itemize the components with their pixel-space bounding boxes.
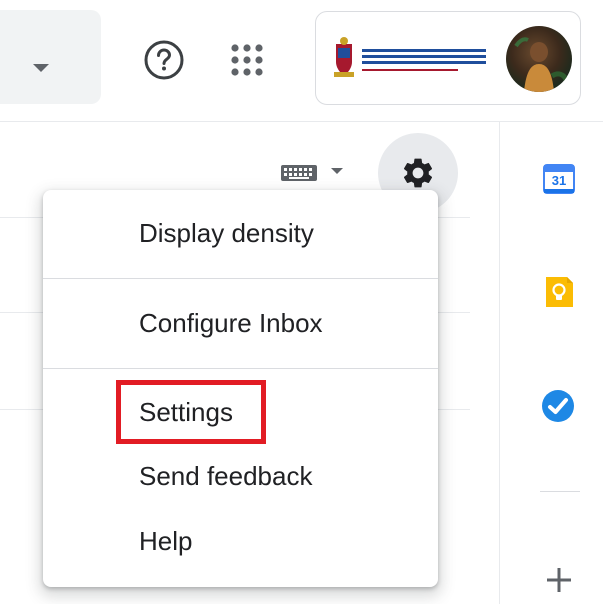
keep-bulb-icon (546, 277, 573, 307)
account-switcher[interactable] (315, 11, 581, 105)
top-header (0, 0, 603, 122)
help-button[interactable] (140, 36, 188, 84)
help-circle-icon (144, 40, 184, 80)
caret-down-icon[interactable] (33, 64, 49, 72)
tasks-check-icon (542, 390, 574, 422)
search-bar-end[interactable] (0, 10, 101, 104)
menu-item-configure-inbox[interactable]: Configure Inbox (43, 295, 438, 351)
menu-item-label: Display density (139, 217, 314, 248)
get-addons-button[interactable] (545, 566, 573, 594)
apps-button[interactable] (223, 36, 271, 84)
menu-item-label: Help (139, 525, 193, 556)
keep-app-button[interactable] (543, 276, 575, 313)
apps-grid-icon (231, 44, 263, 76)
avatar-photo (514, 37, 569, 92)
input-tools-button[interactable] (281, 162, 347, 189)
menu-divider (43, 368, 438, 369)
menu-item-help[interactable]: Help (43, 513, 438, 569)
avatar[interactable] (506, 26, 572, 92)
menu-item-send-feedback[interactable]: Send feedback (43, 448, 438, 504)
highlight-annotation (116, 380, 266, 444)
keyboard-icon (281, 165, 343, 181)
plus-icon (547, 568, 571, 592)
university-logo (334, 37, 486, 77)
tasks-app-button[interactable] (541, 389, 575, 428)
gear-icon (403, 158, 433, 188)
menu-item-label: Send feedback (139, 460, 313, 491)
side-panel-divider (540, 491, 580, 492)
menu-divider (43, 278, 438, 279)
calendar-day: 31 (551, 173, 567, 188)
menu-item-display-density[interactable]: Display density (43, 205, 438, 261)
menu-item-label: Configure Inbox (139, 307, 323, 338)
calendar-app-button[interactable]: 31 (543, 162, 575, 199)
